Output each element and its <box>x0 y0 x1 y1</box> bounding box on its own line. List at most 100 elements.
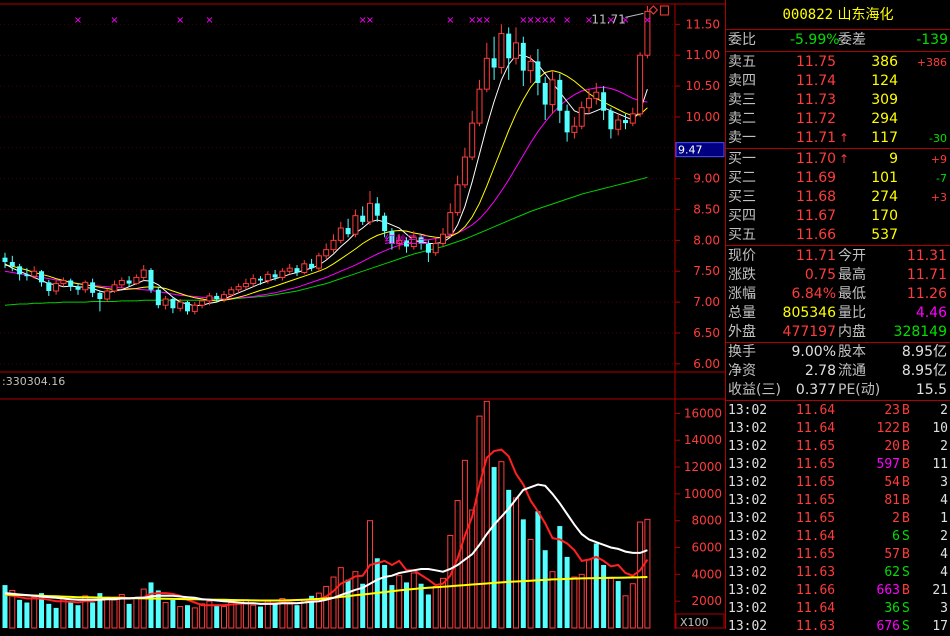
volume-bar <box>162 602 169 629</box>
candle <box>17 263 23 281</box>
candle-body <box>162 298 169 306</box>
candle-body <box>177 301 184 309</box>
volume-bar <box>301 599 308 629</box>
candle-body <box>330 239 337 251</box>
divider <box>726 400 950 401</box>
volume-bar <box>622 595 629 629</box>
tick-count: 4 <box>940 493 948 508</box>
volume-bar <box>235 603 242 629</box>
candle-body <box>483 57 490 90</box>
candle <box>578 101 585 130</box>
candle <box>557 73 563 124</box>
candle-body <box>527 60 534 72</box>
volume-bar <box>535 511 541 628</box>
tick-side: S <box>902 601 910 616</box>
volume-bar <box>133 597 140 629</box>
tick-row: 13:02 11.66 663 B 21 <box>726 582 950 600</box>
volume-bar <box>126 603 132 628</box>
candle <box>476 79 483 127</box>
stat-value: 11.71 <box>795 248 836 264</box>
volume-bar <box>228 602 235 629</box>
fund-value: 9.00% <box>791 344 836 360</box>
marker-x: × <box>366 15 374 26</box>
fund-value: 15.5 <box>915 382 947 398</box>
price-tick-label: 6.00 <box>693 357 720 371</box>
bid-volume: 274 <box>871 189 898 205</box>
volume-bar <box>483 400 490 629</box>
price-tick-label: 10.00 <box>686 110 720 124</box>
candle <box>629 107 636 127</box>
candle-body <box>513 42 519 59</box>
candle-body <box>133 276 140 285</box>
candle-body <box>367 202 373 223</box>
tick-side: B <box>902 583 910 598</box>
candle <box>367 191 373 225</box>
volume-bar <box>491 467 497 628</box>
volume-bar <box>418 583 424 628</box>
candle <box>68 278 74 291</box>
tick-row: 13:02 11.64 122 B 10 <box>726 420 950 438</box>
tick-volume: 81 <box>884 493 900 508</box>
weicha-label: 委差 <box>838 32 866 48</box>
candle <box>111 280 118 293</box>
tick-time: 13:02 <box>728 547 768 562</box>
volume-bar <box>360 583 366 628</box>
volume-bar <box>221 606 227 629</box>
ask-price: 11.72 <box>796 111 837 127</box>
tick-time: 13:02 <box>728 421 768 436</box>
stock-name: 山东海化 <box>837 7 894 23</box>
stat-row: 现价 11.71 今开 11.31 <box>726 247 950 266</box>
ask-change: -30 <box>929 132 947 145</box>
volume-bar <box>199 603 206 629</box>
fund-value: 0.377 <box>795 382 836 398</box>
price-ma10-line <box>4 70 648 302</box>
candle <box>593 82 600 105</box>
volume-bar <box>60 597 67 629</box>
candle <box>140 265 147 281</box>
candle <box>309 258 315 272</box>
candle-body <box>206 295 213 302</box>
stat-value: 11.26 <box>906 286 947 302</box>
stock-header: 000822 山东海化 <box>726 4 950 26</box>
tick-volume: 20 <box>884 439 900 454</box>
candle-body <box>469 122 476 158</box>
candle-body <box>345 228 351 235</box>
candle-body <box>199 300 206 306</box>
bid-volume: 537 <box>871 227 898 243</box>
volume-bar <box>24 602 30 628</box>
volume-bar <box>104 596 111 629</box>
tick-volume: 597 <box>876 457 900 472</box>
price-tick-label: 11.00 <box>686 48 720 62</box>
candle-body <box>315 255 322 269</box>
ask-price: 11.74 <box>796 73 837 89</box>
stat-label: 今开 <box>838 248 866 264</box>
bid-price: 11.68 <box>796 189 837 205</box>
candle <box>39 270 44 287</box>
stat-value: 328149 <box>893 324 947 340</box>
tick-count: 2 <box>940 403 948 418</box>
weibi-label: 委比 <box>728 32 756 48</box>
volume-bar <box>286 603 293 629</box>
candle-body <box>68 280 74 287</box>
price-tick-label: 7.50 <box>693 264 720 278</box>
volume-bar <box>476 415 483 629</box>
volume-bar <box>578 573 585 629</box>
volume-bar <box>520 519 526 628</box>
stat-row: 涨幅 6.84% 最低 11.26 <box>726 285 950 304</box>
tick-volume: 62 <box>884 565 900 580</box>
stat-value: 4.46 <box>915 305 947 321</box>
price-tick-label: 11.50 <box>686 17 720 31</box>
bid-row: 买五 11.66 537 <box>726 226 950 245</box>
candle-body <box>148 270 154 290</box>
ask-change: +386 <box>916 56 947 69</box>
kline-chart[interactable]: × × × × ×× × ××× ××××× × × × × ×11.71红炒三三 11.5011.00… <box>0 0 725 629</box>
volume-tick-label: 14000 <box>684 433 722 447</box>
candle <box>542 76 548 121</box>
candle <box>191 302 198 315</box>
candle <box>374 197 380 222</box>
candle-body <box>221 294 227 300</box>
volume-bar <box>185 605 190 628</box>
stock-code: 000822 <box>782 7 834 23</box>
candle <box>315 252 322 272</box>
tick-time: 13:02 <box>728 493 768 508</box>
